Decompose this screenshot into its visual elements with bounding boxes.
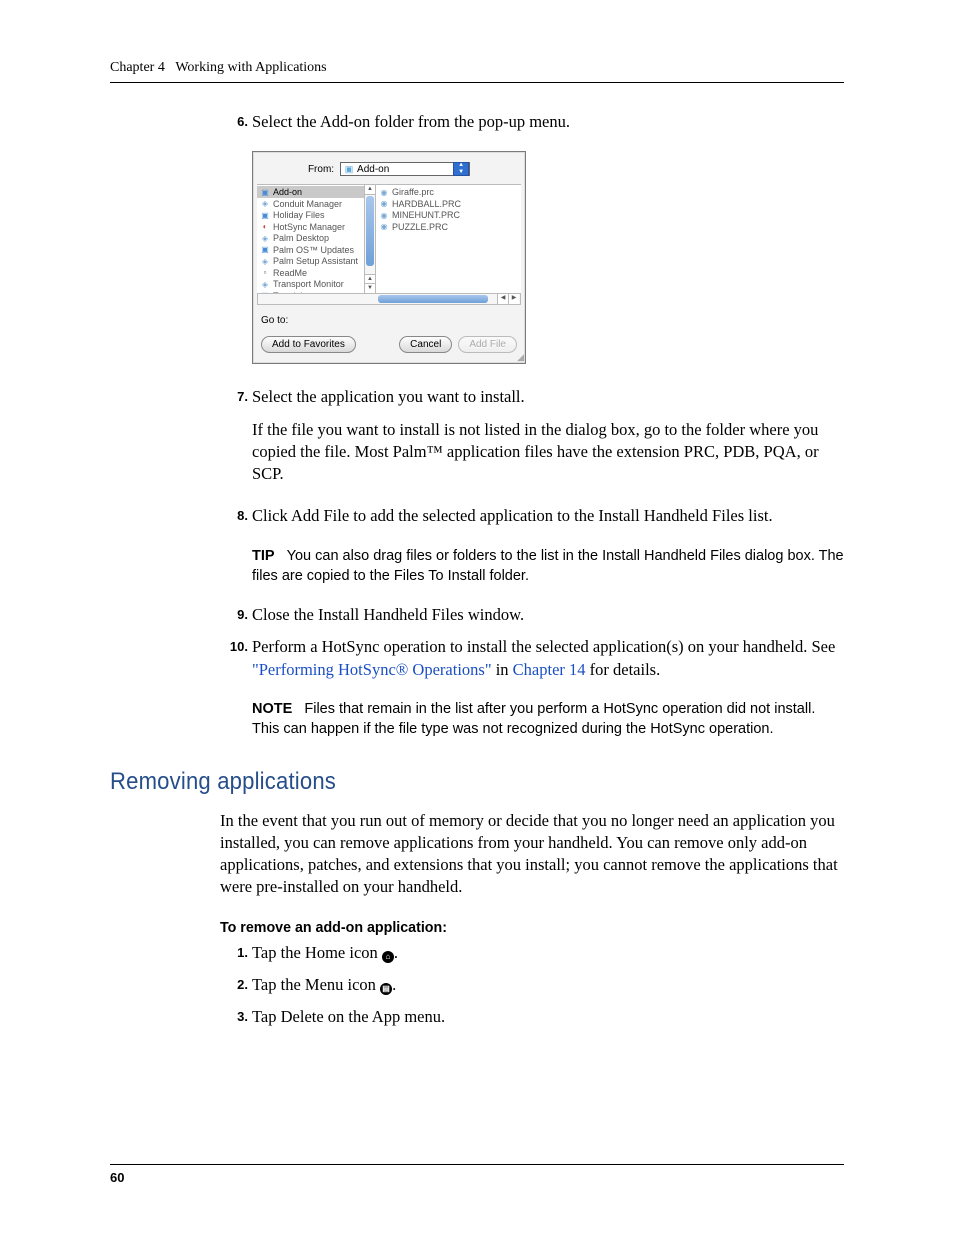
step-number: 8. bbox=[220, 505, 252, 523]
scroll-thumb-h bbox=[378, 295, 488, 303]
folder-icon: ▣ bbox=[259, 188, 271, 197]
list-item[interactable]: ◉Giraffe.prc bbox=[376, 186, 521, 198]
step-text: Select the Add-on folder from the pop-up… bbox=[252, 111, 570, 133]
prc-icon: ◉ bbox=[378, 222, 390, 231]
from-combo[interactable]: ▣ Add-on ▲▼ bbox=[340, 162, 470, 176]
scroll-up-icon: ▲ bbox=[365, 185, 375, 195]
chapter-title: Working with Applications bbox=[175, 60, 326, 75]
scroll-down-icon: ▼ bbox=[365, 283, 375, 293]
folder-icon: ▣ bbox=[259, 211, 271, 220]
scrollbar-vertical[interactable]: ▲ ▲ ▼ bbox=[364, 185, 375, 293]
column-files: ◉Giraffe.prc ◉HARDBALL.PRC ◉MINEHUNT.PRC… bbox=[376, 185, 521, 293]
app-icon: ◈ bbox=[259, 257, 271, 266]
step-text: Perform a HotSync operation to install t… bbox=[252, 636, 844, 681]
prc-icon: ◉ bbox=[378, 188, 390, 197]
remove-step-2: 2. Tap the Menu icon ▤. bbox=[220, 974, 844, 996]
folder-icon: ▣ bbox=[259, 245, 271, 254]
list-item[interactable]: ▫ReadMe bbox=[257, 267, 375, 279]
list-item[interactable]: ◐HotSync Manager bbox=[257, 221, 375, 233]
app-icon: ◈ bbox=[259, 199, 271, 208]
scroll-right-icon: ▶ bbox=[508, 294, 519, 304]
sub-heading: To remove an add-on application: bbox=[220, 919, 813, 936]
list-item[interactable]: ▣Palm OS™ Updates▶ bbox=[257, 244, 375, 256]
doc-icon: ▫ bbox=[259, 268, 271, 277]
step-number: 7. bbox=[220, 386, 252, 404]
column-folders: ▣Add-on▶ ◈Conduit Manager ▣Holiday Files… bbox=[257, 185, 376, 293]
step-text: Tap Delete on the App menu. bbox=[252, 1006, 445, 1028]
note-label: NOTE bbox=[252, 701, 292, 717]
step-number: 2. bbox=[220, 974, 252, 992]
step-text: Select the application you want to insta… bbox=[252, 386, 844, 408]
step-10: 10. Perform a HotSync operation to insta… bbox=[220, 636, 844, 681]
add-file-button[interactable]: Add File bbox=[458, 336, 517, 353]
scroll-thumb bbox=[366, 196, 374, 266]
step-6: 6. Select the Add-on folder from the pop… bbox=[220, 111, 844, 133]
step-text: Tap the Menu icon ▤. bbox=[252, 974, 396, 996]
app-icon: ◈ bbox=[259, 234, 271, 243]
step-text: Tap the Home icon ⌂. bbox=[252, 942, 398, 964]
file-dialog: From: ▣ Add-on ▲▼ ▣Add-on▶ ◈Conduit Mana… bbox=[252, 151, 526, 364]
menu-icon: ▤ bbox=[380, 983, 392, 995]
tip-label: TIP bbox=[252, 548, 275, 564]
from-label: From: bbox=[308, 164, 334, 175]
link-chapter14[interactable]: Chapter 14 bbox=[513, 660, 586, 679]
step-paragraph: If the file you want to install is not l… bbox=[252, 419, 844, 486]
step-7: 7. Select the application you want to in… bbox=[220, 386, 844, 495]
list-item[interactable]: ◉PUZZLE.PRC bbox=[376, 221, 521, 233]
list-item[interactable]: ◉MINEHUNT.PRC bbox=[376, 209, 521, 221]
scroll-left-icon: ◀ bbox=[497, 294, 508, 304]
section-heading: Removing applications bbox=[110, 768, 785, 796]
goto-label: Go to: bbox=[253, 305, 525, 330]
prc-icon: ◉ bbox=[378, 211, 390, 220]
step-number: 9. bbox=[220, 604, 252, 622]
list-item[interactable]: ◈Palm Setup Assistant bbox=[257, 255, 375, 267]
step-text: Close the Install Handheld Files window. bbox=[252, 604, 524, 626]
tip-callout: TIP You can also drag files or folders t… bbox=[252, 546, 844, 587]
section-paragraph: In the event that you run out of memory … bbox=[220, 810, 844, 899]
folder-icon: ▣ bbox=[259, 291, 271, 293]
folder-icon: ▣ bbox=[343, 164, 355, 175]
step-number: 3. bbox=[220, 1006, 252, 1024]
prc-icon: ◉ bbox=[378, 199, 390, 208]
footer-rule bbox=[110, 1164, 844, 1165]
step-9: 9. Close the Install Handheld Files wind… bbox=[220, 604, 844, 626]
chapter-label: Chapter 4 bbox=[110, 60, 165, 75]
list-item[interactable]: ◈Transport Monitor bbox=[257, 278, 375, 290]
step-8: 8. Click Add File to add the selected ap… bbox=[220, 505, 844, 527]
list-item[interactable]: ▣Holiday Files▶ bbox=[257, 209, 375, 221]
list-item[interactable]: ▣Tutorial▶ bbox=[257, 290, 375, 294]
cancel-button[interactable]: Cancel bbox=[399, 336, 452, 353]
running-header: Chapter 4 Working with Applications bbox=[110, 60, 844, 83]
list-item[interactable]: ▣Add-on▶ bbox=[257, 186, 375, 198]
step-number: 10. bbox=[220, 636, 252, 654]
home-icon: ⌂ bbox=[382, 951, 394, 963]
list-item[interactable]: ◈Conduit Manager bbox=[257, 198, 375, 210]
dialog-screenshot: From: ▣ Add-on ▲▼ ▣Add-on▶ ◈Conduit Mana… bbox=[252, 151, 844, 364]
tip-body: You can also drag files or folders to th… bbox=[252, 548, 844, 584]
combo-arrows-icon: ▲▼ bbox=[453, 162, 469, 176]
resize-grip-icon: ◢ bbox=[514, 352, 524, 362]
list-item[interactable]: ◈Palm Desktop bbox=[257, 232, 375, 244]
page-number: 60 bbox=[110, 1170, 124, 1185]
list-item[interactable]: ◉HARDBALL.PRC bbox=[376, 198, 521, 210]
from-combo-value: Add-on bbox=[357, 164, 389, 175]
add-to-favorites-button[interactable]: Add to Favorites bbox=[261, 336, 356, 353]
step-number: 6. bbox=[220, 111, 252, 129]
remove-step-3: 3. Tap Delete on the App menu. bbox=[220, 1006, 844, 1028]
remove-step-1: 1. Tap the Home icon ⌂. bbox=[220, 942, 844, 964]
scrollbar-horizontal[interactable]: ◀ ▶ bbox=[257, 294, 521, 305]
app-icon: ◐ bbox=[259, 222, 271, 231]
note-body: Files that remain in the list after you … bbox=[252, 701, 815, 737]
app-icon: ◈ bbox=[259, 280, 271, 289]
step-number: 1. bbox=[220, 942, 252, 960]
step-text: Click Add File to add the selected appli… bbox=[252, 505, 773, 527]
link-hotsync[interactable]: "Performing HotSync® Operations" bbox=[252, 660, 492, 679]
note-callout: NOTE Files that remain in the list after… bbox=[252, 699, 844, 740]
